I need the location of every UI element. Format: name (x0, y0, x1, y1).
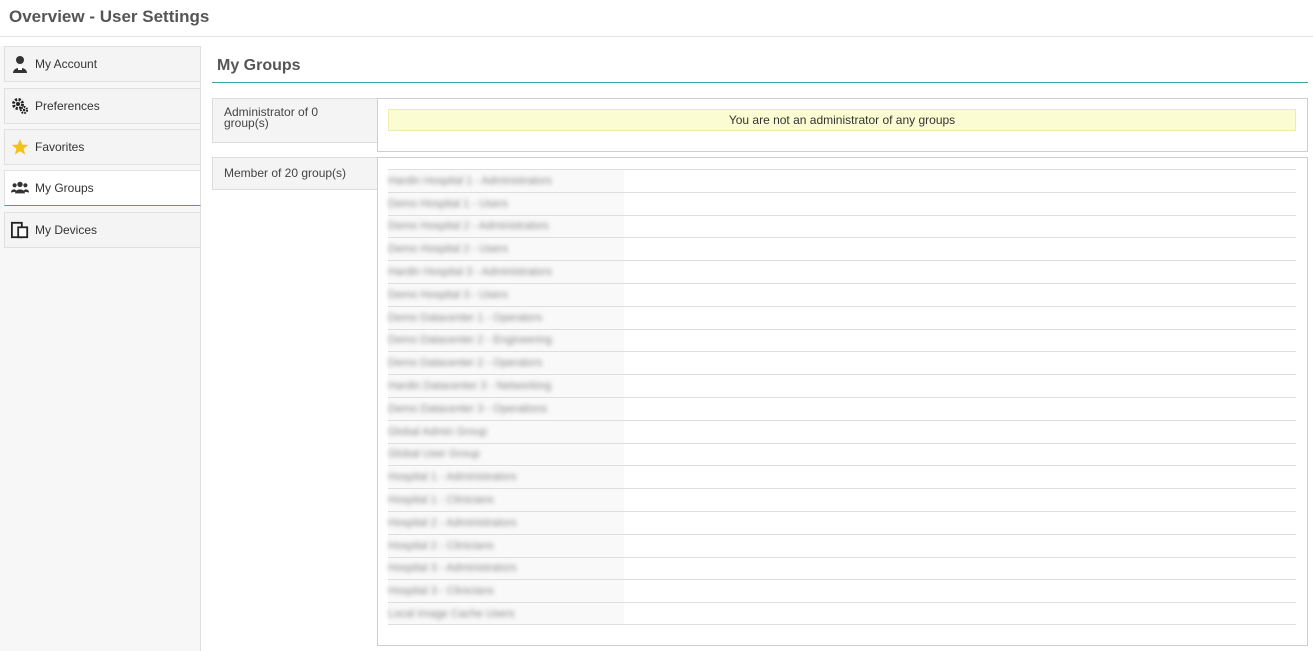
group-name: Demo Datacenter 3 - Operations (388, 402, 547, 415)
admin-count-label: Administrator of 0 group(s) (212, 98, 378, 143)
no-admin-groups-notice: You are not an administrator of any grou… (388, 109, 1296, 131)
list-item: Hardin Hospital 1 - Administrators (388, 169, 1296, 192)
sidebar-item-label: My Groups (35, 181, 94, 195)
group-name: Demo Hospital 2 - Administrators (388, 220, 549, 233)
group-name: Global Admin Group (388, 425, 488, 438)
group-name: Hospital 3 - Clinicians (388, 585, 494, 598)
sidebar-item-my-account[interactable]: My Account (4, 46, 201, 82)
devices-icon (11, 221, 29, 239)
section-divider (212, 82, 1308, 83)
group-name: Demo Datacenter 2 - Engineering (388, 334, 552, 347)
list-item: Local Image Cache Users (388, 602, 1296, 625)
group-name: Hospital 3 - Administrators (388, 562, 517, 575)
group-name: Hospital 1 - Clinicians (388, 494, 494, 507)
list-item: Hospital 2 - Administrators (388, 510, 1296, 534)
list-item: Hospital 1 - Administrators (388, 465, 1296, 489)
sidebar-item-preferences[interactable]: Preferences (4, 88, 201, 124)
group-name: Hospital 1 - Administrators (388, 471, 517, 484)
list-item: Demo Hospital 2 - Administrators (388, 214, 1296, 238)
group-name: Demo Hospital 1 - Users (388, 197, 508, 210)
list-item: Hardin Datacenter 3 - Networking (388, 374, 1296, 397)
sidebar-item-label: Favorites (35, 140, 85, 154)
list-item: Global User Group (388, 442, 1296, 466)
user-icon (11, 55, 29, 73)
member-groups-box: Hardin Hospital 1 - Administrators Demo H… (377, 157, 1308, 646)
list-item: Demo Hospital 2 - Users (388, 237, 1296, 261)
page-title: Overview - User Settings (9, 7, 210, 26)
group-name: Demo Hospital 3 - Users (388, 288, 508, 301)
sidebar-item-label: My Account (35, 57, 98, 71)
group-name: Global User Group (388, 448, 480, 461)
sidebar-item-my-devices[interactable]: My Devices (4, 212, 201, 248)
star-icon (11, 138, 29, 156)
group-icon (11, 179, 29, 197)
list-item: Demo Datacenter 2 - Engineering (388, 328, 1296, 352)
list-item: Hospital 3 - Administrators (388, 556, 1296, 580)
group-name: Demo Hospital 2 - Users (388, 243, 508, 256)
group-name: Demo Datacenter 2 - Operators (388, 357, 543, 370)
list-item: Global Admin Group (388, 419, 1296, 443)
admin-groups-box: You are not an administrator of any grou… (377, 98, 1308, 152)
list-item: Hardin Hospital 3 - Administrators (388, 260, 1296, 283)
list-item: Hospital 3 - Clinicians (388, 579, 1296, 603)
group-name: Demo Datacenter 1 - Operators (388, 311, 543, 324)
list-item: Demo Datacenter 3 - Operations (388, 396, 1296, 420)
gear-icon (11, 97, 29, 115)
group-name: Local Image Cache Users (388, 607, 515, 620)
list-item: Demo Datacenter 2 - Operators (388, 351, 1296, 375)
sidebar-item-label: My Devices (35, 223, 98, 237)
group-name: Hardin Datacenter 3 - Networking (388, 380, 552, 393)
group-name: Hospital 2 - Administrators (388, 516, 517, 529)
group-name: Hardin Hospital 3 - Administrators (388, 266, 552, 279)
group-list: Hardin Hospital 1 - Administrators Demo H… (388, 169, 1296, 625)
list-item: Hospital 1 - Clinicians (388, 488, 1296, 511)
group-name: Hospital 2 - Clinicians (388, 539, 494, 552)
member-count-label: Member of 20 group(s) (212, 157, 378, 190)
sidebar-item-label: Preferences (35, 99, 100, 113)
sidebar: My Account Preferences Favorites My Grou… (0, 46, 201, 651)
list-item: Demo Hospital 3 - Users (388, 282, 1296, 306)
page-header: Overview - User Settings (0, 0, 1313, 37)
group-name: Hardin Hospital 1 - Administrators (388, 174, 552, 187)
list-item: Hospital 2 - Clinicians (388, 533, 1296, 557)
section-title: My Groups (217, 57, 301, 74)
list-item: Demo Datacenter 1 - Operators (388, 305, 1296, 329)
list-item: Demo Hospital 1 - Users (388, 191, 1296, 215)
sidebar-item-favorites[interactable]: Favorites (4, 129, 201, 165)
sidebar-item-my-groups[interactable]: My Groups (4, 170, 201, 206)
